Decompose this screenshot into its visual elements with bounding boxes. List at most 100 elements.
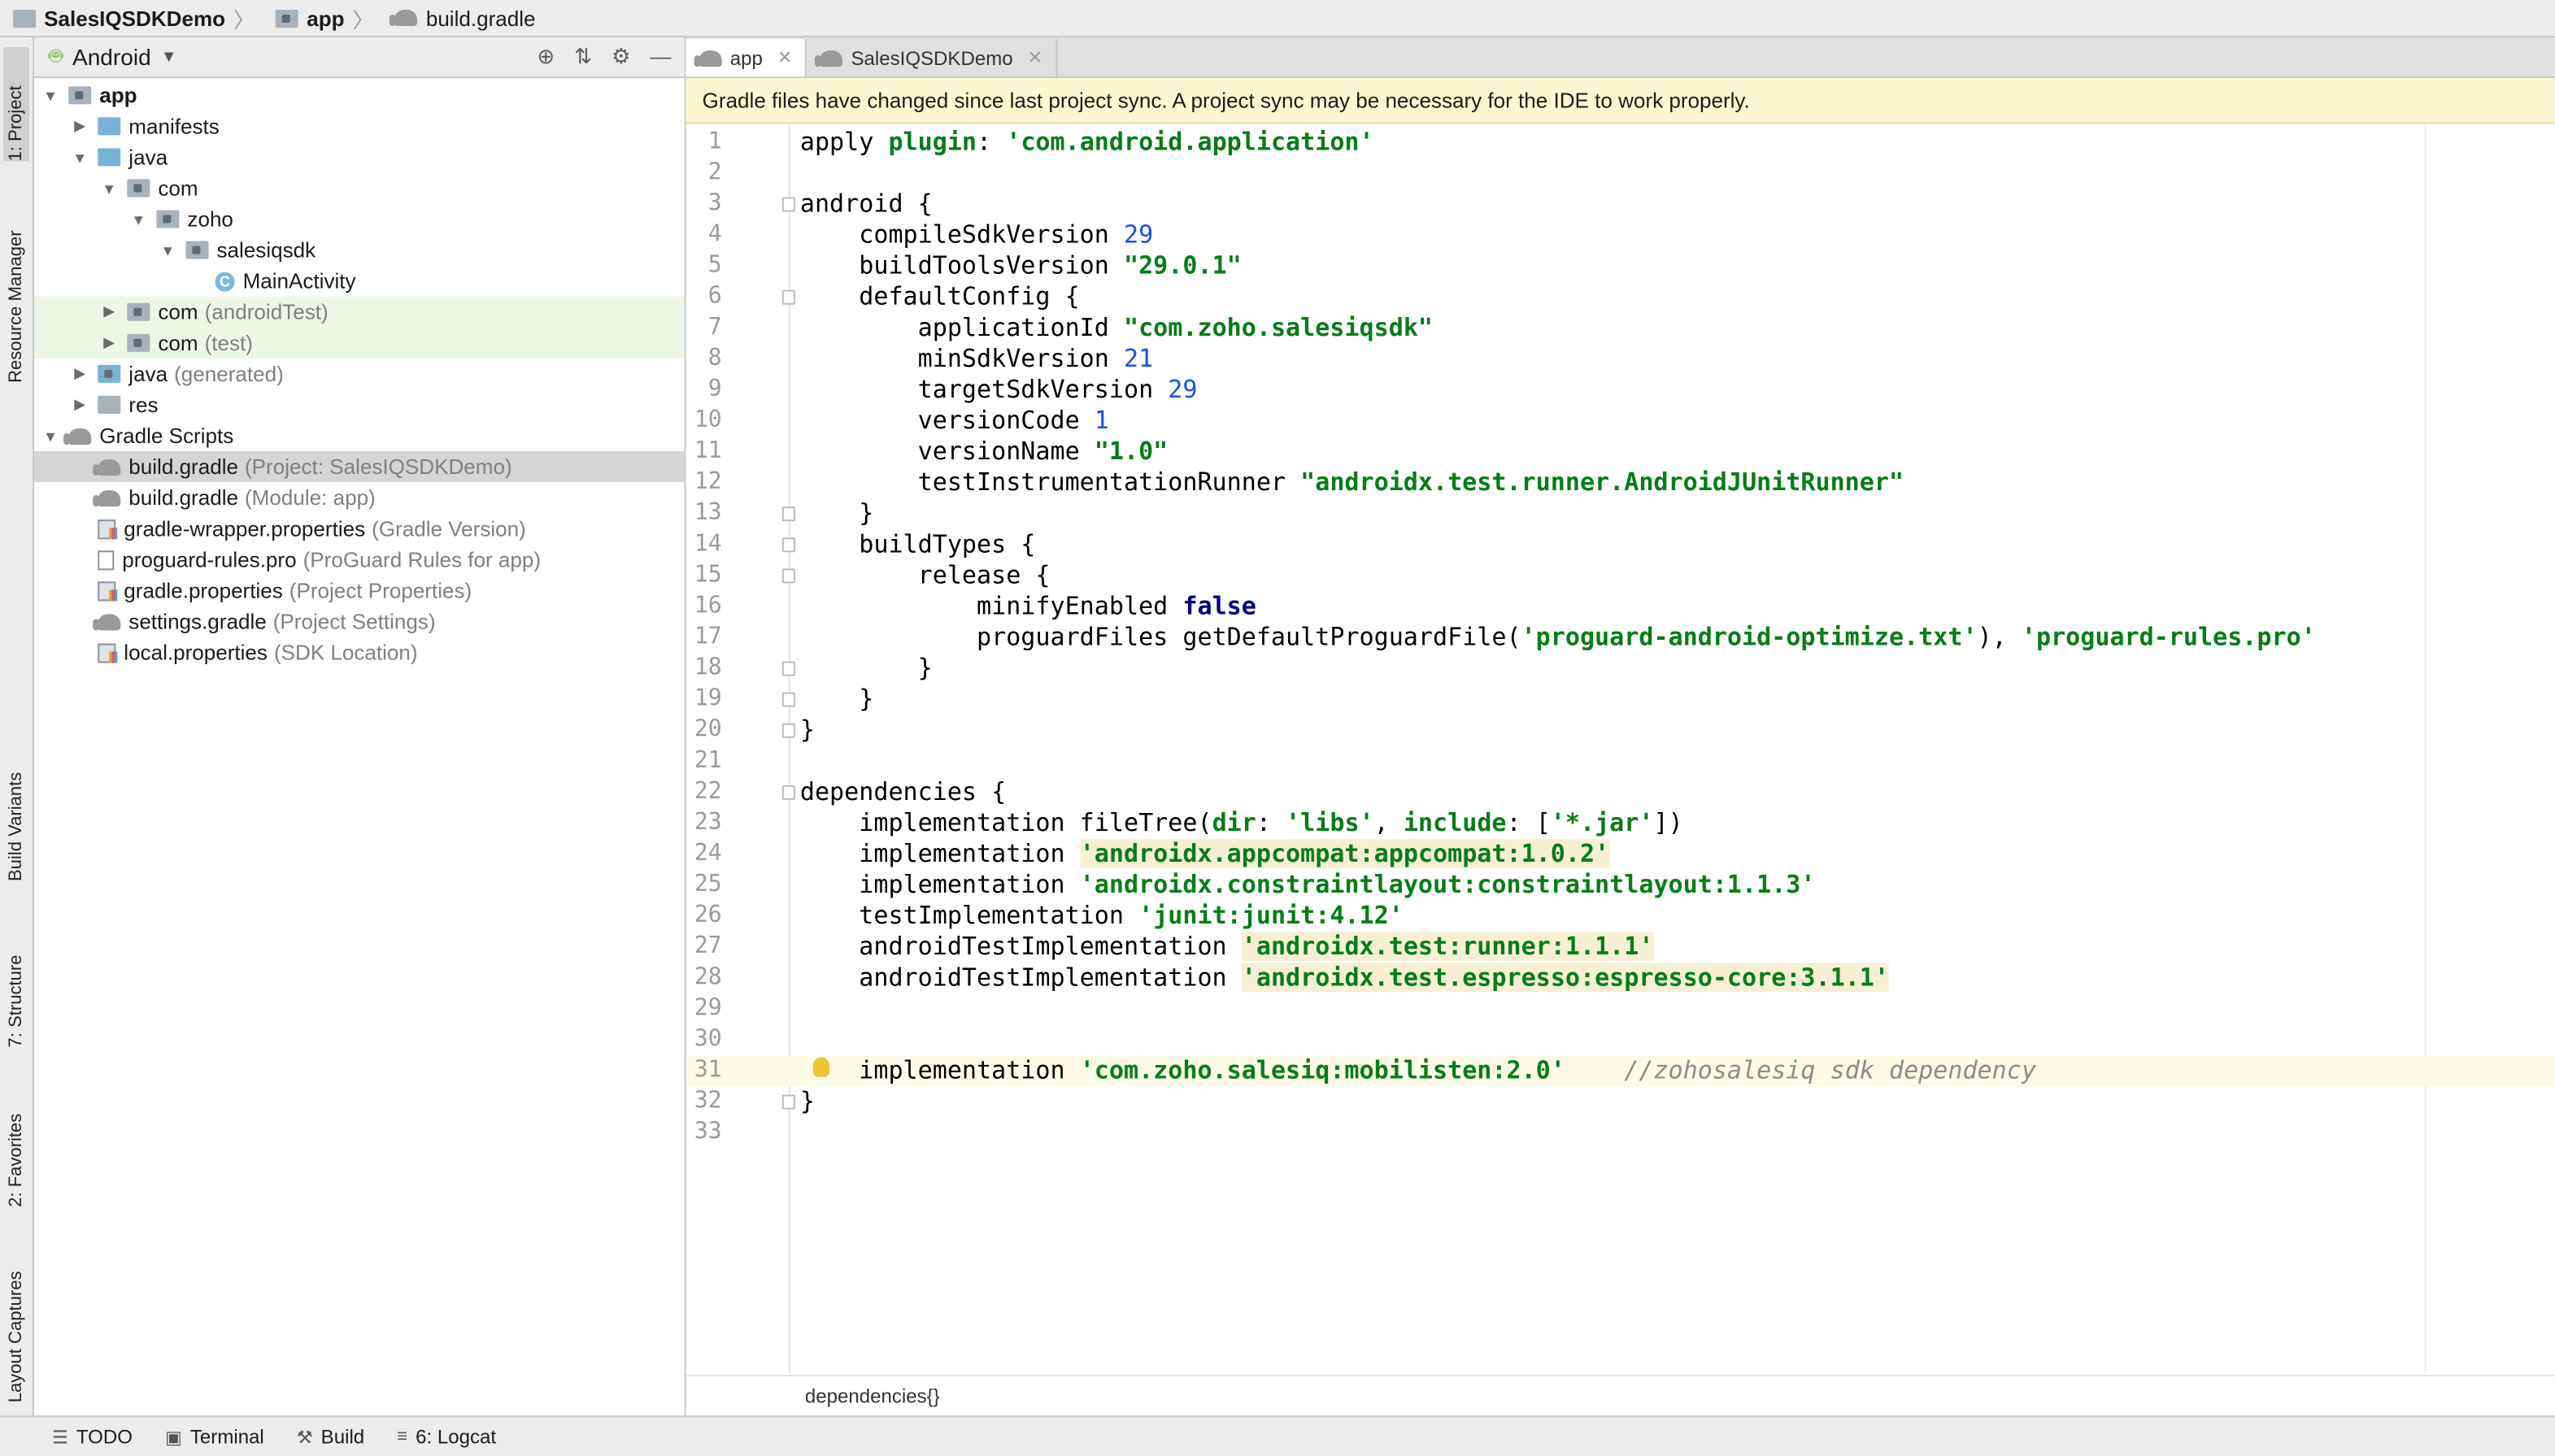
tree-row[interactable]: proguard-rules.pro (ProGuard Rules for ap…: [34, 544, 685, 575]
tree-row[interactable]: ▼ java: [34, 141, 685, 172]
tree-row[interactable]: local.properties (SDK Location): [34, 637, 685, 667]
tab-resource-manager[interactable]: Resource Manager: [3, 187, 29, 382]
tree-row[interactable]: gradle-wrapper.properties (Gradle Version…: [34, 513, 685, 544]
tab-salesiqsdkdemo[interactable]: SalesIQSDKDemo ✕: [807, 39, 1058, 77]
code-line[interactable]: 5 buildToolsVersion "29.0.1": [686, 251, 2555, 282]
tab-structure[interactable]: 7: Structure: [3, 901, 29, 1048]
tree-row[interactable]: build.gradle (Project: SalesIQSDKDemo): [34, 451, 685, 483]
gear-icon[interactable]: ⚙: [612, 44, 630, 70]
close-icon[interactable]: ✕: [1028, 47, 1042, 68]
code-line[interactable]: 1 apply plugin: 'com.android.application': [686, 127, 2555, 158]
minimize-icon[interactable]: —: [651, 44, 672, 70]
todo-button[interactable]: ☰ TODO: [52, 1425, 133, 1448]
code-line[interactable]: 30: [686, 1024, 2555, 1055]
code-line[interactable]: 22 dependencies {: [686, 777, 2555, 808]
fold-marker-icon[interactable]: [781, 537, 795, 553]
code-line[interactable]: 13 }: [686, 498, 2555, 529]
tab-project[interactable]: 1: Project: [3, 47, 30, 162]
code-line[interactable]: 24 implementation 'androidx.appcompat:ap…: [686, 838, 2555, 870]
tree-row[interactable]: ▼ zoho: [34, 203, 685, 234]
fold-marker-icon[interactable]: [781, 289, 795, 305]
collapsed-arrow-icon[interactable]: ▶: [70, 117, 89, 135]
code-line[interactable]: 7 applicationId "com.zoho.salesiqsdk": [686, 313, 2555, 344]
code-line[interactable]: 29: [686, 993, 2555, 1024]
code-line[interactable]: 16 minifyEnabled false: [686, 591, 2555, 622]
code-line[interactable]: 19 }: [686, 685, 2555, 715]
tree-row[interactable]: ▼ com: [34, 172, 685, 203]
tree-row[interactable]: ▼ Gradle Scripts: [34, 420, 685, 451]
terminal-button[interactable]: ▣ Terminal: [165, 1425, 264, 1448]
expanded-arrow-icon[interactable]: ▼: [41, 87, 60, 103]
project-view-selector[interactable]: Android: [72, 44, 151, 70]
logcat-button[interactable]: ≡ 6: Logcat: [397, 1425, 496, 1448]
code-line[interactable]: 9 targetSdkVersion 29: [686, 375, 2555, 406]
code-line[interactable]: 2: [686, 158, 2555, 189]
code-line[interactable]: 12 testInstrumentationRunner "androidx.t…: [686, 467, 2555, 498]
fold-marker-icon[interactable]: [781, 692, 795, 707]
tree-row[interactable]: ▶ manifests: [34, 111, 685, 141]
chevron-down-icon[interactable]: ▼: [161, 48, 177, 66]
tree-row[interactable]: ▶ com (test): [34, 327, 685, 359]
collapsed-arrow-icon[interactable]: ▶: [70, 365, 89, 383]
collapse-all-icon[interactable]: ⇅: [574, 44, 592, 70]
code-line[interactable]: 18 }: [686, 654, 2555, 685]
tree-row[interactable]: C MainActivity: [34, 266, 685, 297]
code-line[interactable]: 8 minSdkVersion 21: [686, 344, 2555, 375]
expanded-arrow-icon[interactable]: ▼: [128, 211, 148, 227]
collapsed-arrow-icon[interactable]: ▶: [70, 396, 89, 414]
tab-layout-captures[interactable]: Layout Captures: [3, 1223, 29, 1403]
expanded-arrow-icon[interactable]: ▼: [99, 180, 119, 196]
code-line[interactable]: 6 defaultConfig {: [686, 282, 2555, 313]
tree-row[interactable]: ▶ res: [34, 389, 685, 420]
expanded-arrow-icon[interactable]: ▼: [70, 149, 89, 165]
code-line[interactable]: 15 release {: [686, 560, 2555, 591]
code-line[interactable]: 17 proguardFiles getDefaultProguardFile(…: [686, 622, 2555, 653]
tab-build-variants[interactable]: Build Variants: [3, 719, 29, 881]
code-line[interactable]: 21: [686, 746, 2555, 777]
fold-marker-icon[interactable]: [781, 506, 795, 522]
collapsed-arrow-icon[interactable]: ▶: [99, 334, 119, 352]
editor-tabs: app ✕ SalesIQSDKDemo ✕: [686, 37, 2555, 79]
tab-favorites[interactable]: 2: Favorites: [3, 1060, 29, 1207]
code-line[interactable]: 33: [686, 1118, 2555, 1149]
line-number: 22: [694, 778, 722, 805]
build-button[interactable]: ⚒ Build: [297, 1425, 364, 1448]
tree-row[interactable]: settings.gradle (Project Settings): [34, 606, 685, 637]
code-line[interactable]: 20}: [686, 715, 2555, 746]
tab-app[interactable]: app ✕: [686, 39, 807, 77]
code-line[interactable]: 3 android {: [686, 189, 2555, 219]
code-line[interactable]: 25 implementation 'androidx.constraintla…: [686, 870, 2555, 901]
code-line[interactable]: 32}: [686, 1087, 2555, 1118]
close-icon[interactable]: ✕: [777, 47, 792, 68]
fold-marker-icon[interactable]: [781, 723, 795, 738]
code-line[interactable]: 4 compileSdkVersion 29: [686, 220, 2555, 251]
code-line[interactable]: 26 testImplementation 'junit:junit:4.12': [686, 901, 2555, 932]
fold-marker-icon[interactable]: [781, 785, 795, 800]
breadcrumb-file[interactable]: build.gradle: [390, 6, 536, 30]
code-line[interactable]: 23 implementation fileTree(dir: 'libs', …: [686, 808, 2555, 839]
tree-row[interactable]: ▼ app: [34, 80, 685, 111]
tree-row[interactable]: ▼ salesiqsdk: [34, 235, 685, 266]
code-line[interactable]: 27 androidTestImplementation 'androidx.t…: [686, 932, 2555, 963]
fold-marker-icon[interactable]: [781, 661, 795, 676]
tree-row[interactable]: ▶ java (generated): [34, 359, 685, 389]
code-line[interactable]: 28 androidTestImplementation 'androidx.t…: [686, 963, 2555, 993]
fold-marker-icon[interactable]: [781, 1094, 795, 1110]
tree-row[interactable]: gradle.properties (Project Properties): [34, 575, 685, 606]
locate-icon[interactable]: ⊕: [537, 44, 555, 70]
code-line[interactable]: 14 buildTypes {: [686, 529, 2555, 560]
expanded-arrow-icon[interactable]: ▼: [41, 428, 60, 444]
fold-marker-icon[interactable]: [781, 197, 795, 212]
scope-breadcrumb[interactable]: dependencies{}: [805, 1384, 940, 1407]
breadcrumb-module[interactable]: app 〉: [276, 2, 382, 33]
code-line[interactable]: 31 implementation 'com.zoho.salesiq:mobi…: [686, 1055, 2555, 1087]
fold-marker-icon[interactable]: [781, 568, 795, 584]
code-line[interactable]: 11 versionName "1.0": [686, 437, 2555, 467]
tree-row[interactable]: ▶ com (androidTest): [34, 296, 685, 328]
code-editor[interactable]: 1 apply plugin: 'com.android.application'…: [686, 124, 2555, 1374]
breadcrumb-project[interactable]: SalesIQSDKDemo 〉: [13, 2, 263, 33]
collapsed-arrow-icon[interactable]: ▶: [99, 303, 119, 321]
expanded-arrow-icon[interactable]: ▼: [158, 242, 177, 259]
code-line[interactable]: 10 versionCode 1: [686, 406, 2555, 437]
tree-row[interactable]: build.gradle (Module: app): [34, 482, 685, 513]
